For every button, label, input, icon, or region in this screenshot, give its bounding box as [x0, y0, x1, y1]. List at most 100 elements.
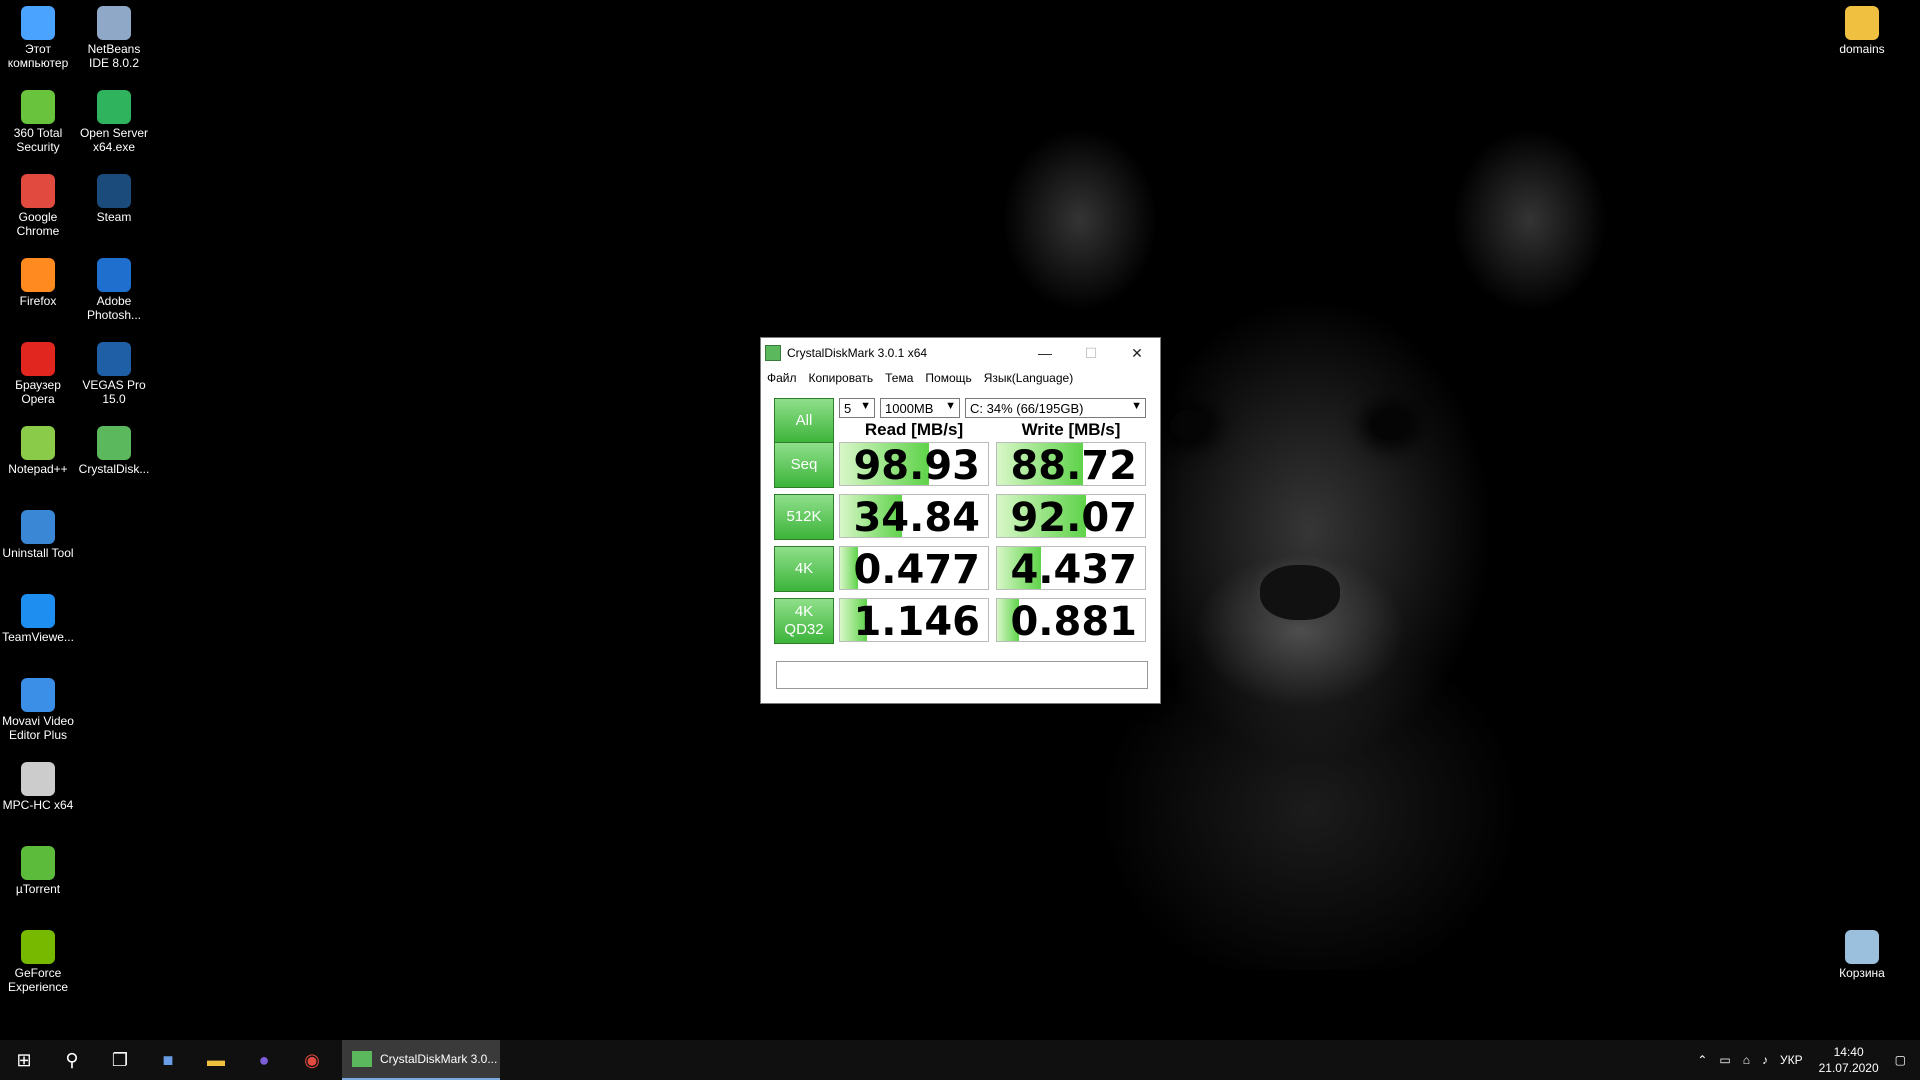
close-button[interactable]: ✕: [1114, 338, 1160, 368]
desktop-icon-utorrent[interactable]: µTorrent: [0, 840, 76, 896]
desktop-icon-movavi[interactable]: Movavi Video Editor Plus: [0, 672, 76, 742]
desktop-icon-label: µTorrent: [15, 882, 61, 896]
desktop-icon-photoshop[interactable]: Adobe Photosh...: [76, 252, 152, 322]
vegas-icon: [97, 342, 131, 376]
notification-icon[interactable]: ▢: [1895, 1053, 1906, 1067]
maximize-button[interactable]: ☐: [1068, 338, 1114, 368]
chrome-icon: [21, 174, 55, 208]
desktop-icon-computer[interactable]: Этот компьютер: [0, 0, 76, 70]
desktop-icon-steam[interactable]: Steam: [76, 168, 152, 224]
desktop-icon-label: Adobe Photosh...: [86, 294, 142, 322]
mpc-icon: [21, 762, 55, 796]
desktop-icon-label: Notepad++: [8, 462, 68, 476]
menu-theme[interactable]: Тема: [885, 371, 913, 385]
clock[interactable]: 14:40 21.07.2020: [1819, 1044, 1879, 1076]
desktop-icon-folder[interactable]: domains: [1824, 0, 1900, 56]
window-titlebar[interactable]: CrystalDiskMark 3.0.1 x64 — ☐ ✕: [761, 338, 1160, 368]
windows-icon: ⊞: [16, 1049, 32, 1070]
netbeans-icon: [97, 6, 131, 40]
desktop-icon-label: Steam: [96, 210, 132, 224]
read-result-value: 0.477: [853, 547, 980, 590]
read-header: Read [MB/s]: [864, 420, 964, 439]
start-button[interactable]: ⊞: [0, 1040, 48, 1080]
read-result-cell: 1.146: [839, 598, 989, 642]
test-button-0[interactable]: Seq: [774, 442, 834, 488]
desktop-icon-chrome[interactable]: Google Chrome: [0, 168, 76, 238]
search-icon: ⚲: [65, 1049, 79, 1070]
size-select-value: 1000MB: [885, 400, 934, 416]
viber-icon: ●: [258, 1049, 270, 1070]
volume-icon[interactable]: ♪: [1762, 1053, 1768, 1067]
desktop-icon-geforce[interactable]: GeForce Experience: [0, 924, 76, 994]
desktop-icon-label: Uninstall Tool: [2, 546, 74, 560]
desktop-icon-open-server[interactable]: Open Server x64.exe: [76, 84, 152, 154]
desktop-icon-label: GeForce Experience: [7, 966, 69, 994]
read-result-cell: 0.477: [839, 546, 989, 590]
uninstall-icon: [21, 510, 55, 544]
desktop-icon-uninstall[interactable]: Uninstall Tool: [0, 504, 76, 560]
desktop-icon-crystaldisk[interactable]: CrystalDisk...: [76, 420, 152, 476]
crystaldisk-icon: [352, 1051, 372, 1067]
write-result-cell: 4.437: [996, 546, 1146, 590]
taskbar-chrome[interactable]: ◉: [288, 1040, 336, 1080]
folder-icon: [1845, 6, 1879, 40]
clock-time: 14:40: [1833, 1045, 1864, 1059]
task-view-button[interactable]: ❐: [96, 1040, 144, 1080]
firefox-icon: [21, 258, 55, 292]
taskbar-explorer[interactable]: ▬: [192, 1040, 240, 1080]
taskbar-viber[interactable]: ●: [240, 1040, 288, 1080]
language-indicator[interactable]: УКР: [1780, 1053, 1803, 1067]
desktop-icon-security[interactable]: 360 Total Security: [0, 84, 76, 154]
steam-icon: [97, 174, 131, 208]
write-result-cell: 88.72: [996, 442, 1146, 486]
write-result-cell: 0.881: [996, 598, 1146, 642]
task-view-icon: ❐: [111, 1049, 129, 1070]
menu-language[interactable]: Язык(Language): [984, 371, 1073, 385]
desktop-icon-vegas[interactable]: VEGAS Pro 15.0: [76, 336, 152, 406]
taskbar-save-app[interactable]: ■: [144, 1040, 192, 1080]
desktop-icon-opera[interactable]: Браузер Opera: [0, 336, 76, 406]
network-icon[interactable]: ⌂: [1743, 1053, 1750, 1067]
desktop-icon-label: MPC-HC x64: [2, 798, 74, 812]
open-server-icon: [97, 90, 131, 124]
desktop-icon-teamviewer[interactable]: TeamViewe...: [0, 588, 76, 644]
menu-help[interactable]: Помощь: [925, 371, 971, 385]
size-select[interactable]: 1000MB ▼: [880, 398, 960, 418]
movavi-icon: [21, 678, 55, 712]
desktop-icon-label: Firefox: [19, 294, 57, 308]
menu-copy[interactable]: Копировать: [809, 371, 874, 385]
status-comment-box[interactable]: [776, 661, 1148, 689]
raccoon-nose: [1260, 565, 1340, 620]
test-button-3[interactable]: 4K QD32: [774, 598, 834, 644]
count-select[interactable]: 5 ▼: [839, 398, 875, 418]
taskbar: ⊞ ⚲ ❐ ■ ▬ ● ◉ CrystalDiskMark 3.0... ⌃ ▭…: [0, 1040, 1920, 1080]
battery-icon[interactable]: ▭: [1719, 1053, 1730, 1067]
desktop-icon-recycle-bin[interactable]: Корзина: [1824, 924, 1900, 980]
run-all-button[interactable]: All: [774, 398, 834, 444]
chevron-up-icon[interactable]: ⌃: [1697, 1053, 1707, 1067]
menu-file[interactable]: Файл: [767, 371, 797, 385]
desktop-icon-firefox[interactable]: Firefox: [0, 252, 76, 308]
desktop-icon-netbeans[interactable]: NetBeans IDE 8.0.2: [76, 0, 152, 70]
write-result-cell: 92.07: [996, 494, 1146, 538]
test-button-1[interactable]: 512K: [774, 494, 834, 540]
drive-select[interactable]: C: 34% (66/195GB) ▼: [965, 398, 1146, 418]
geforce-icon: [21, 930, 55, 964]
desktop-icon-label: Open Server x64.exe: [79, 126, 149, 154]
recycle-bin-icon: [1845, 930, 1879, 964]
desktop-icon-mpc[interactable]: MPC-HC x64: [0, 756, 76, 812]
window-title: CrystalDiskMark 3.0.1 x64: [787, 346, 928, 360]
desktop-icon-label: Корзина: [1839, 966, 1885, 980]
search-button[interactable]: ⚲: [48, 1040, 96, 1080]
read-result-cell: 34.84: [839, 494, 989, 538]
test-button-2[interactable]: 4K: [774, 546, 834, 592]
desktop-icon-label: CrystalDisk...: [78, 462, 150, 476]
write-result-value: 92.07: [1010, 495, 1137, 538]
teamviewer-icon: [21, 594, 55, 628]
chevron-down-icon: ▼: [945, 400, 956, 412]
taskbar-crystaldiskmark[interactable]: CrystalDiskMark 3.0...: [342, 1040, 500, 1080]
desktop-icon-notepad[interactable]: Notepad++: [0, 420, 76, 476]
minimize-button[interactable]: —: [1022, 338, 1068, 368]
photoshop-icon: [97, 258, 131, 292]
security-icon: [21, 90, 55, 124]
